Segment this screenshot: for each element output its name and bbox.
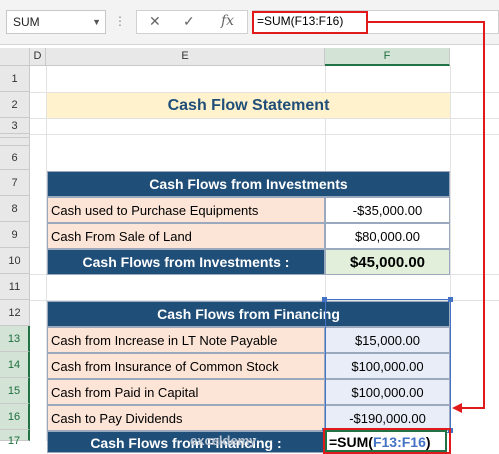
financing-total-label[interactable]: Cash Flows from Financing :	[47, 431, 325, 453]
row-header-16[interactable]: 16	[0, 404, 30, 430]
investments-row-value[interactable]: $80,000.00	[325, 223, 450, 249]
row-header-7[interactable]: 7	[0, 170, 30, 196]
investments-total-label[interactable]: Cash Flows from Investments :	[47, 249, 325, 275]
formula-highlight-cell	[323, 428, 451, 454]
row-header-13[interactable]: 13	[0, 326, 30, 352]
investments-total-value[interactable]: $45,000.00	[325, 249, 450, 275]
row-header-3[interactable]: 3	[0, 118, 30, 134]
column-header-d[interactable]: D	[30, 48, 46, 66]
row-header-10[interactable]: 10	[0, 248, 30, 274]
column-header-e[interactable]: E	[46, 48, 325, 66]
financing-row-value[interactable]: $100,000.00	[325, 379, 450, 405]
name-box[interactable]: SUM ▼	[6, 10, 106, 34]
financing-row-label[interactable]: Cash from Paid in Capital	[47, 379, 325, 405]
investments-row-label[interactable]: Cash From Sale of Land	[47, 223, 325, 249]
row-header-9[interactable]: 9	[0, 222, 30, 248]
sheet-title[interactable]: Cash Flow Statement	[47, 93, 450, 118]
financing-row-value[interactable]: $100,000.00	[325, 353, 450, 379]
row-header-hidden-2	[0, 138, 30, 146]
investments-row-label[interactable]: Cash used to Purchase Equipments	[47, 197, 325, 223]
investments-header[interactable]: Cash Flows from Investments	[47, 171, 450, 197]
gridline	[30, 134, 499, 135]
row-header-15[interactable]: 15	[0, 378, 30, 404]
investments-row-value[interactable]: -$35,000.00	[325, 197, 450, 223]
row-header-2[interactable]: 2	[0, 92, 30, 118]
gridline	[30, 118, 499, 119]
name-box-value: SUM	[13, 15, 40, 29]
gridline	[450, 66, 451, 441]
financing-row-label[interactable]: Cash to Pay Dividends	[47, 405, 325, 431]
financing-row-value[interactable]: $15,000.00	[325, 327, 450, 353]
select-all-corner[interactable]	[0, 48, 30, 66]
worksheet-grid[interactable]: D E F 1 2 3 6 7 8 9 10 11 12 13 14 15 16…	[0, 44, 499, 454]
enter-icon[interactable]: ✓	[183, 13, 195, 30]
more-options-icon[interactable]: ⋮	[114, 14, 126, 28]
insert-function-icon[interactable]: fx	[221, 13, 234, 29]
row-header-17[interactable]: 17	[0, 430, 30, 447]
column-header-f[interactable]: F	[325, 48, 450, 66]
chevron-down-icon[interactable]: ▼	[92, 11, 101, 33]
row-header-8[interactable]: 8	[0, 196, 30, 222]
row-header-11[interactable]: 11	[0, 274, 30, 300]
formula-highlight-box	[252, 11, 368, 34]
range-handle[interactable]	[322, 297, 327, 302]
formula-bar: SUM ▼ ⋮ ✕ ✓ fx =SUM(F13:F16)	[0, 0, 499, 45]
financing-row-label[interactable]: Cash from Increase in LT Note Payable	[47, 327, 325, 353]
range-handle[interactable]	[448, 297, 453, 302]
financing-header[interactable]: Cash Flows from Financing	[47, 301, 450, 327]
row-header-1[interactable]: 1	[0, 66, 30, 92]
formula-buttons: ✕ ✓ fx	[136, 10, 248, 34]
cancel-icon[interactable]: ✕	[149, 13, 161, 30]
row-header-6[interactable]: 6	[0, 146, 30, 170]
row-header-14[interactable]: 14	[0, 352, 30, 378]
financing-row-label[interactable]: Cash from Insurance of Common Stock	[47, 353, 325, 379]
row-header-12[interactable]: 12	[0, 300, 30, 326]
